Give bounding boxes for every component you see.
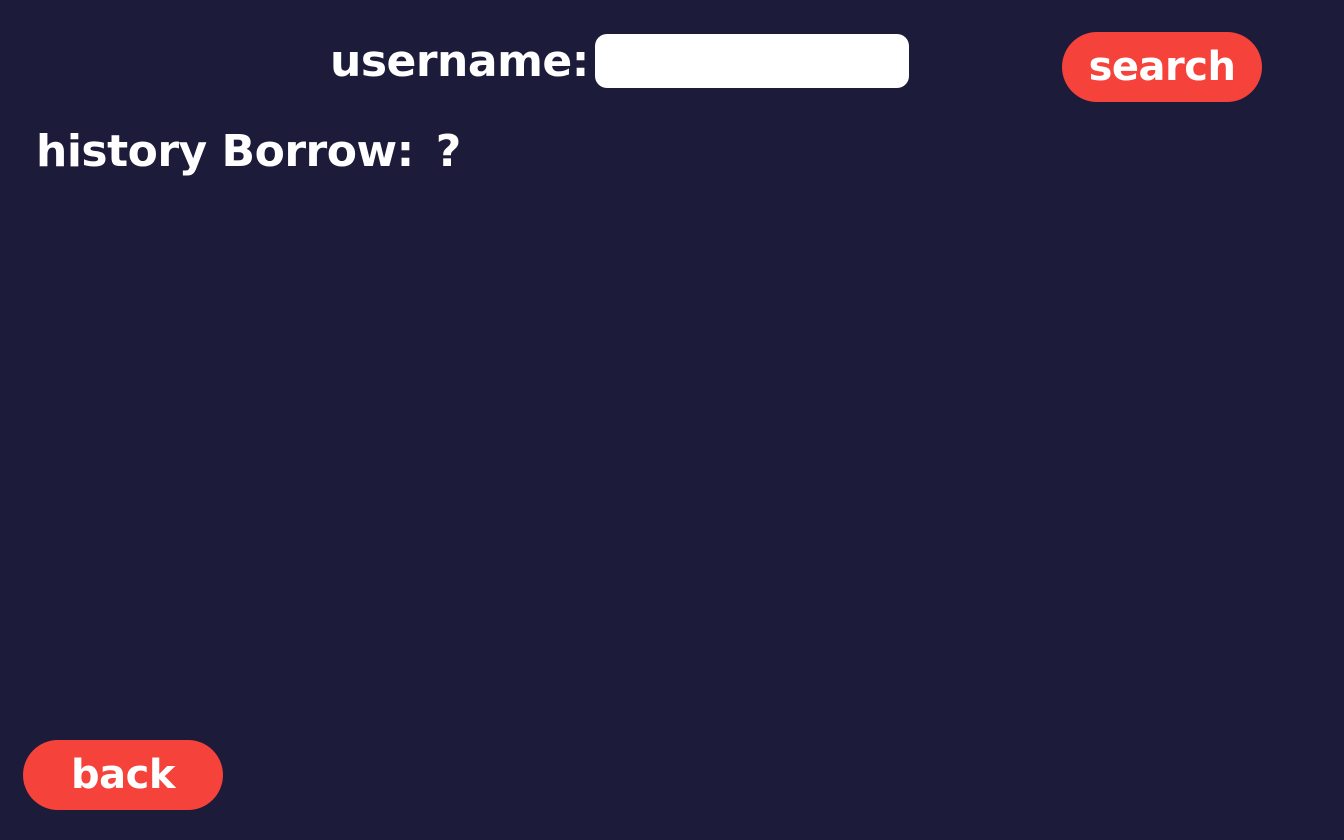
history-borrow-value: ? — [435, 126, 462, 177]
back-button[interactable]: back — [23, 740, 223, 810]
username-label: username: — [330, 36, 589, 87]
username-input[interactable] — [595, 34, 909, 88]
search-button[interactable]: search — [1062, 32, 1262, 102]
history-borrow-label: history Borrow: — [36, 126, 414, 177]
history-borrow-row: history Borrow:? — [36, 124, 461, 180]
